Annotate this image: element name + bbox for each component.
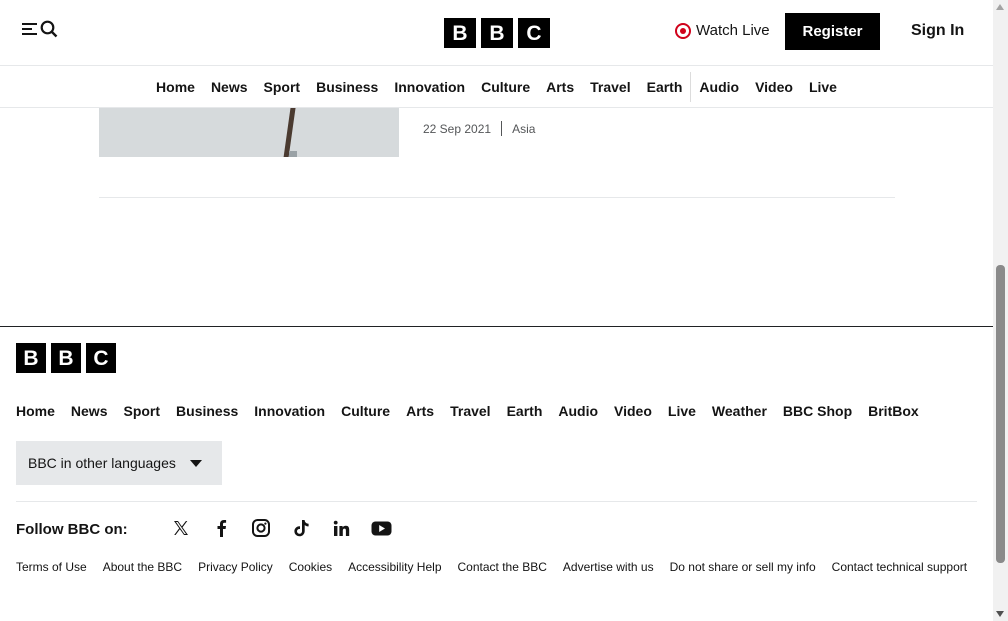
footer-bbc-logo[interactable]: B B C: [16, 343, 116, 373]
logo-letter: B: [51, 343, 81, 373]
follow-label: Follow BBC on:: [16, 521, 128, 538]
legal-link-do-not-sell[interactable]: Do not share or sell my info: [670, 560, 816, 575]
logo-letter: B: [481, 18, 513, 48]
nav-item-live[interactable]: Live: [809, 79, 837, 95]
footer-nav-arts[interactable]: Arts: [406, 403, 434, 419]
page-scrollbar[interactable]: [993, 0, 1008, 621]
search-icon: [40, 20, 58, 38]
article-date: 22 Sep 2021: [423, 121, 492, 136]
bbc-logo[interactable]: B B C: [444, 18, 550, 48]
top-nav: Home News Sport Business Innovation Cult…: [0, 66, 993, 108]
site-header: B B C Watch Live Register Sign In: [0, 0, 993, 66]
instagram-icon[interactable]: [250, 517, 272, 539]
article-meta: 22 Sep 2021 Asia: [423, 121, 535, 136]
footer-divider: [16, 501, 977, 502]
menu-search-button[interactable]: [22, 20, 58, 38]
legal-link-tech-support[interactable]: Contact technical support: [832, 560, 967, 575]
linkedin-icon[interactable]: [330, 517, 352, 539]
footer-nav-culture[interactable]: Culture: [341, 403, 390, 419]
logo-letter: C: [518, 18, 550, 48]
footer-nav-news[interactable]: News: [71, 403, 108, 419]
caret-down-icon: [189, 459, 202, 467]
footer-nav-home[interactable]: Home: [16, 403, 55, 419]
footer-nav-earth[interactable]: Earth: [507, 403, 543, 419]
legal-link-terms[interactable]: Terms of Use: [16, 560, 87, 575]
nav-item-home[interactable]: Home: [156, 79, 195, 95]
meta-divider: [501, 121, 503, 136]
legal-link-accessibility[interactable]: Accessibility Help: [348, 560, 441, 575]
tiktok-icon[interactable]: [290, 517, 312, 539]
legal-link-advertise[interactable]: Advertise with us: [563, 560, 654, 575]
nav-item-travel[interactable]: Travel: [590, 79, 630, 95]
other-languages-button[interactable]: BBC in other languages: [16, 441, 222, 485]
legal-link-cookies[interactable]: Cookies: [289, 560, 332, 575]
footer-nav-bbc-shop[interactable]: BBC Shop: [783, 403, 852, 419]
other-languages-label: BBC in other languages: [28, 455, 176, 471]
thumbnail-detail: [289, 151, 297, 157]
legal-link-privacy[interactable]: Privacy Policy: [198, 560, 273, 575]
footer-nav: Home News Sport Business Innovation Cult…: [16, 403, 919, 419]
footer-nav-live[interactable]: Live: [668, 403, 696, 419]
legal-link-contact[interactable]: Contact the BBC: [458, 560, 547, 575]
nav-item-sport[interactable]: Sport: [264, 79, 301, 95]
footer-nav-innovation[interactable]: Innovation: [254, 403, 325, 419]
logo-letter: B: [444, 18, 476, 48]
scroll-down-arrow-icon[interactable]: [996, 611, 1004, 617]
footer-nav-weather[interactable]: Weather: [712, 403, 767, 419]
article-divider: [99, 197, 895, 198]
register-button[interactable]: Register: [785, 13, 880, 50]
watch-live-link[interactable]: Watch Live: [675, 22, 770, 39]
footer-nav-business[interactable]: Business: [176, 403, 238, 419]
footer-nav-britbox[interactable]: BritBox: [868, 403, 919, 419]
legal-links: Terms of Use About the BBC Privacy Polic…: [16, 560, 976, 575]
scroll-up-arrow-icon[interactable]: [996, 4, 1004, 10]
social-links: [170, 517, 392, 539]
nav-item-video[interactable]: Video: [755, 79, 793, 95]
footer-nav-audio[interactable]: Audio: [558, 403, 598, 419]
nav-item-innovation[interactable]: Innovation: [394, 79, 465, 95]
legal-link-about[interactable]: About the BBC: [103, 560, 182, 575]
footer-nav-sport[interactable]: Sport: [123, 403, 160, 419]
logo-letter: C: [86, 343, 116, 373]
live-icon: [675, 22, 691, 39]
menu-icon: [22, 23, 37, 35]
article-thumbnail[interactable]: [99, 108, 399, 157]
scroll-thumb[interactable]: [996, 265, 1005, 563]
facebook-icon[interactable]: [210, 517, 232, 539]
nav-item-audio[interactable]: Audio: [699, 79, 739, 95]
logo-letter: B: [16, 343, 46, 373]
nav-divider: [690, 71, 692, 102]
nav-item-culture[interactable]: Culture: [481, 79, 530, 95]
article-region-tag[interactable]: Asia: [512, 122, 535, 136]
nav-item-business[interactable]: Business: [316, 79, 378, 95]
x-icon[interactable]: [170, 517, 192, 539]
nav-item-news[interactable]: News: [211, 79, 248, 95]
footer-nav-video[interactable]: Video: [614, 403, 652, 419]
footer-nav-travel[interactable]: Travel: [450, 403, 490, 419]
thumbnail-detail: [282, 108, 297, 157]
nav-item-earth[interactable]: Earth: [647, 79, 683, 95]
footer-top-rule: [0, 326, 993, 327]
sign-in-link[interactable]: Sign In: [911, 22, 964, 40]
nav-item-arts[interactable]: Arts: [546, 79, 574, 95]
watch-live-label: Watch Live: [696, 22, 770, 39]
youtube-icon[interactable]: [370, 517, 392, 539]
